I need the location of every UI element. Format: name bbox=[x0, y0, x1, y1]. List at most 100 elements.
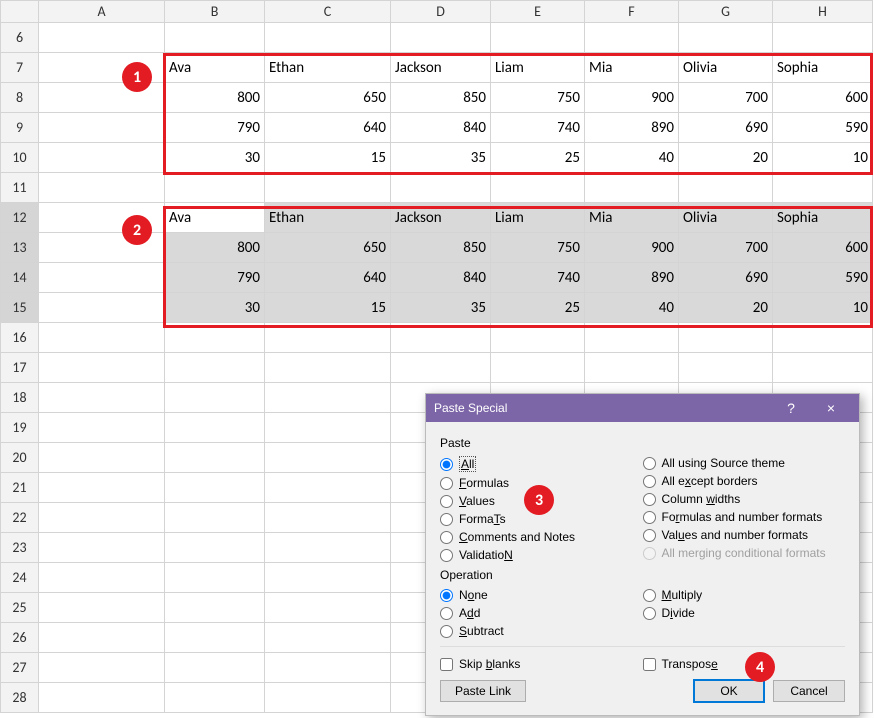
cell[interactable]: 10 bbox=[773, 293, 873, 323]
cell[interactable]: Olivia bbox=[679, 203, 773, 233]
col-header[interactable]: H bbox=[773, 1, 873, 23]
row-header[interactable]: 6 bbox=[1, 23, 39, 53]
dialog-titlebar[interactable]: Paste Special ? × bbox=[426, 394, 859, 422]
cell[interactable]: Liam bbox=[491, 53, 585, 83]
cell[interactable]: 740 bbox=[491, 113, 585, 143]
cell[interactable]: 15 bbox=[265, 293, 391, 323]
cell[interactable]: 20 bbox=[679, 293, 773, 323]
cell[interactable]: 740 bbox=[491, 263, 585, 293]
cell[interactable]: 800 bbox=[165, 83, 265, 113]
cell[interactable]: 690 bbox=[679, 113, 773, 143]
cell[interactable]: 900 bbox=[585, 83, 679, 113]
help-button[interactable]: ? bbox=[771, 394, 811, 422]
row-header[interactable]: 11 bbox=[1, 173, 39, 203]
row-header[interactable]: 27 bbox=[1, 653, 39, 683]
cell[interactable]: 40 bbox=[585, 143, 679, 173]
cell[interactable]: Ethan bbox=[265, 203, 391, 233]
col-header[interactable]: D bbox=[391, 1, 491, 23]
radio-none[interactable]: None bbox=[440, 586, 643, 604]
cell[interactable]: 790 bbox=[165, 263, 265, 293]
row-header[interactable]: 20 bbox=[1, 443, 39, 473]
row-header[interactable]: 23 bbox=[1, 533, 39, 563]
cell[interactable]: 840 bbox=[391, 263, 491, 293]
row-header[interactable]: 21 bbox=[1, 473, 39, 503]
cell[interactable]: Liam bbox=[491, 203, 585, 233]
cancel-button[interactable]: Cancel bbox=[773, 680, 845, 702]
cell[interactable]: 700 bbox=[679, 233, 773, 263]
col-header[interactable]: C bbox=[265, 1, 391, 23]
cell[interactable]: 750 bbox=[491, 233, 585, 263]
cell[interactable]: Mia bbox=[585, 203, 679, 233]
cell[interactable]: 890 bbox=[585, 113, 679, 143]
radio-add[interactable]: Add bbox=[440, 604, 643, 622]
cell[interactable]: 35 bbox=[391, 293, 491, 323]
cell[interactable]: 850 bbox=[391, 233, 491, 263]
cell[interactable]: 890 bbox=[585, 263, 679, 293]
col-header[interactable]: F bbox=[585, 1, 679, 23]
row-header[interactable]: 22 bbox=[1, 503, 39, 533]
row-header[interactable]: 19 bbox=[1, 413, 39, 443]
row-header[interactable]: 14 bbox=[1, 263, 39, 293]
row-header[interactable]: 24 bbox=[1, 563, 39, 593]
cell[interactable]: 25 bbox=[491, 293, 585, 323]
cell[interactable]: 30 bbox=[165, 293, 265, 323]
cell[interactable]: 15 bbox=[265, 143, 391, 173]
cell[interactable]: 850 bbox=[391, 83, 491, 113]
row-header[interactable]: 8 bbox=[1, 83, 39, 113]
radio-validation[interactable]: ValidatioN bbox=[440, 546, 643, 564]
cell[interactable]: 600 bbox=[773, 233, 873, 263]
cell[interactable]: Mia bbox=[585, 53, 679, 83]
row-header[interactable]: 16 bbox=[1, 323, 39, 353]
row-header[interactable]: 18 bbox=[1, 383, 39, 413]
col-header[interactable]: A bbox=[39, 1, 165, 23]
cell[interactable]: Sophia bbox=[773, 53, 873, 83]
close-button[interactable]: × bbox=[811, 394, 851, 422]
cell[interactable]: Ava bbox=[165, 203, 265, 233]
cell[interactable]: 790 bbox=[165, 113, 265, 143]
cell[interactable]: 20 bbox=[679, 143, 773, 173]
checkbox-skip-blanks[interactable]: Skip blanks bbox=[440, 655, 643, 673]
radio-all-except-borders[interactable]: All except borders bbox=[643, 472, 846, 490]
cell[interactable]: Sophia bbox=[773, 203, 873, 233]
row-header[interactable]: 15 bbox=[1, 293, 39, 323]
cell[interactable]: 35 bbox=[391, 143, 491, 173]
checkbox-transpose[interactable]: Transpose bbox=[643, 655, 846, 673]
radio-values-number-formats[interactable]: Values and number formats bbox=[643, 526, 846, 544]
cell[interactable]: Ava bbox=[165, 53, 265, 83]
radio-multiply[interactable]: Multiply bbox=[643, 586, 846, 604]
cell[interactable]: Ethan bbox=[265, 53, 391, 83]
cell[interactable]: Jackson bbox=[391, 53, 491, 83]
cell[interactable]: 750 bbox=[491, 83, 585, 113]
select-all-corner[interactable] bbox=[1, 1, 39, 23]
row-header[interactable]: 28 bbox=[1, 683, 39, 713]
cell[interactable]: 690 bbox=[679, 263, 773, 293]
row-header[interactable]: 12 bbox=[1, 203, 39, 233]
col-header[interactable]: G bbox=[679, 1, 773, 23]
cell[interactable]: 640 bbox=[265, 263, 391, 293]
col-header[interactable]: E bbox=[491, 1, 585, 23]
row-header[interactable]: 9 bbox=[1, 113, 39, 143]
radio-column-widths[interactable]: Column widths bbox=[643, 490, 846, 508]
radio-comments[interactable]: Comments and Notes bbox=[440, 528, 643, 546]
row-header[interactable]: 25 bbox=[1, 593, 39, 623]
row-header[interactable]: 26 bbox=[1, 623, 39, 653]
row-header[interactable]: 13 bbox=[1, 233, 39, 263]
cell[interactable]: 640 bbox=[265, 113, 391, 143]
cell[interactable]: 840 bbox=[391, 113, 491, 143]
radio-formulas-number-formats[interactable]: Formulas and number formats bbox=[643, 508, 846, 526]
col-header[interactable]: B bbox=[165, 1, 265, 23]
cell[interactable]: 10 bbox=[773, 143, 873, 173]
radio-divide[interactable]: Divide bbox=[643, 604, 846, 622]
cell[interactable]: 800 bbox=[165, 233, 265, 263]
cell[interactable]: Olivia bbox=[679, 53, 773, 83]
paste-link-button[interactable]: Paste Link bbox=[440, 680, 526, 702]
cell[interactable]: 590 bbox=[773, 113, 873, 143]
cell[interactable]: 25 bbox=[491, 143, 585, 173]
ok-button[interactable]: OK bbox=[693, 679, 765, 703]
cell[interactable]: 700 bbox=[679, 83, 773, 113]
radio-all-source-theme[interactable]: All using Source theme bbox=[643, 454, 846, 472]
radio-all[interactable]: All bbox=[440, 454, 643, 474]
cell[interactable]: 30 bbox=[165, 143, 265, 173]
cell[interactable]: Jackson bbox=[391, 203, 491, 233]
row-header[interactable]: 10 bbox=[1, 143, 39, 173]
